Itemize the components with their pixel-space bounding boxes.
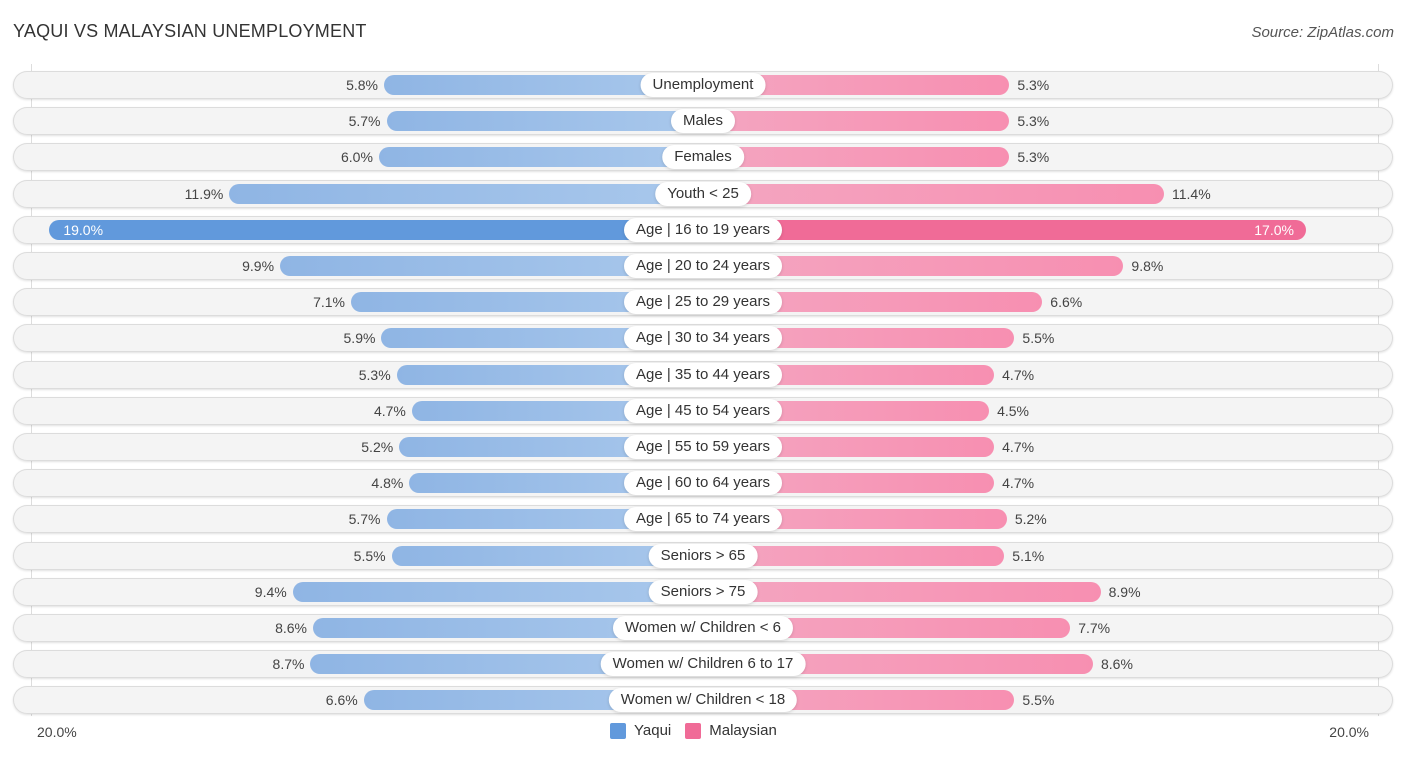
value-label-yaqui: 5.7% bbox=[348, 511, 381, 528]
category-label: Females bbox=[662, 145, 744, 170]
value-label-yaqui: 6.0% bbox=[340, 149, 373, 166]
value-label-malaysian: 8.6% bbox=[1101, 656, 1133, 673]
value-label-malaysian: 5.5% bbox=[1022, 330, 1055, 347]
legend-item-malaysian: Malaysian bbox=[685, 722, 777, 739]
value-label-malaysian: 5.3% bbox=[1017, 77, 1050, 93]
category-label: Age | 16 to 19 years bbox=[624, 217, 782, 242]
category-label: Seniors > 65 bbox=[648, 543, 758, 568]
value-label-malaysian: 5.3% bbox=[1017, 113, 1050, 130]
value-label-yaqui: 19.0% bbox=[63, 221, 104, 238]
value-label-yaqui: 11.9% bbox=[184, 185, 224, 202]
value-label-malaysian: 4.7% bbox=[1002, 439, 1035, 455]
chart-title: YAQUI VS MALAYSIAN UNEMPLOYMENT bbox=[13, 21, 367, 41]
bar-malaysian bbox=[703, 183, 1164, 204]
value-label-malaysian: 5.3% bbox=[1017, 149, 1050, 166]
category-label: Age | 55 to 59 years bbox=[624, 435, 782, 459]
value-label-malaysian: 17.0% bbox=[1254, 221, 1294, 238]
category-label: Women w/ Children < 6 bbox=[612, 616, 794, 640]
category-label: Age | 65 to 74 years bbox=[624, 507, 782, 532]
legend: Yaqui Malaysian bbox=[610, 722, 791, 739]
value-label-malaysian: 5.1% bbox=[1012, 547, 1045, 564]
bar-malaysian bbox=[703, 219, 1306, 240]
category-label: Seniors > 75 bbox=[648, 579, 758, 604]
value-label-yaqui: 8.6% bbox=[275, 620, 307, 636]
axis-max-label: 20.0% bbox=[1329, 724, 1369, 740]
category-label: Youth < 25 bbox=[655, 181, 751, 206]
legend-item-yaqui: Yaqui bbox=[610, 722, 671, 739]
value-label-malaysian: 9.8% bbox=[1131, 258, 1164, 274]
value-label-yaqui: 7.1% bbox=[313, 294, 346, 311]
category-label: Women w/ Children < 18 bbox=[608, 688, 798, 713]
value-label-yaqui: 5.3% bbox=[358, 366, 391, 383]
value-label-malaysian: 8.9% bbox=[1108, 583, 1141, 600]
category-label: Age | 25 to 29 years bbox=[624, 290, 782, 315]
bar-malaysian bbox=[703, 111, 1010, 132]
legend-label-yaqui: Yaqui bbox=[634, 722, 672, 739]
legend-label-malaysian: Malaysian bbox=[709, 722, 777, 739]
axis-min-label: 20.0% bbox=[37, 724, 77, 740]
bar-malaysian bbox=[703, 581, 1101, 602]
source-label: Source: ZipAtlas.com bbox=[1251, 24, 1394, 41]
value-label-yaqui: 4.7% bbox=[373, 402, 406, 419]
value-label-yaqui: 8.7% bbox=[272, 656, 305, 673]
category-label: Males bbox=[670, 109, 736, 134]
value-label-malaysian: 7.7% bbox=[1078, 620, 1111, 636]
value-label-yaqui: 5.5% bbox=[353, 547, 386, 564]
bar-yaqui bbox=[49, 219, 703, 240]
value-label-malaysian: 4.7% bbox=[1002, 475, 1035, 492]
value-label-yaqui: 5.9% bbox=[343, 330, 376, 347]
value-label-malaysian: 5.2% bbox=[1014, 511, 1047, 528]
value-label-malaysian: 5.5% bbox=[1022, 692, 1055, 709]
bar-yaqui bbox=[386, 111, 703, 132]
bar-yaqui bbox=[292, 581, 703, 602]
category-label: Women w/ Children 6 to 17 bbox=[600, 652, 806, 677]
value-label-malaysian: 6.6% bbox=[1050, 294, 1083, 311]
value-label-yaqui: 9.4% bbox=[254, 583, 287, 600]
value-label-malaysian: 4.5% bbox=[997, 402, 1029, 419]
bar-malaysian bbox=[703, 147, 1010, 168]
value-label-yaqui: 5.8% bbox=[346, 77, 378, 93]
bar-yaqui bbox=[378, 147, 703, 168]
value-label-yaqui: 4.8% bbox=[371, 475, 404, 492]
value-label-malaysian: 11.4% bbox=[1171, 185, 1211, 202]
category-label: Age | 60 to 64 years bbox=[624, 471, 782, 496]
value-label-yaqui: 5.7% bbox=[348, 113, 381, 130]
legend-swatch-yaqui bbox=[610, 722, 626, 739]
category-label: Age | 35 to 44 years bbox=[624, 362, 782, 387]
bar-yaqui bbox=[229, 183, 703, 204]
category-label: Age | 20 to 24 years bbox=[624, 254, 782, 278]
value-label-yaqui: 6.6% bbox=[325, 692, 358, 709]
value-label-yaqui: 9.9% bbox=[242, 258, 275, 274]
legend-swatch-malaysian bbox=[685, 722, 702, 739]
category-label: Age | 45 to 54 years bbox=[624, 398, 782, 423]
category-label: Unemployment bbox=[640, 73, 766, 97]
value-label-malaysian: 4.7% bbox=[1002, 366, 1035, 383]
value-label-yaqui: 5.2% bbox=[361, 439, 394, 455]
category-label: Age | 30 to 34 years bbox=[624, 326, 782, 351]
